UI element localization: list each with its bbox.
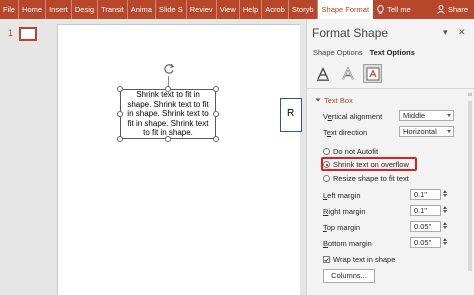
vertical-alignment-value: Middle: [403, 111, 426, 120]
lightbulb-icon: [377, 5, 384, 14]
share-label: Share: [447, 5, 468, 14]
chevron-down-icon: [447, 114, 451, 117]
radio-resize-shape[interactable]: [323, 175, 330, 182]
tab-animations[interactable]: Anima: [128, 0, 156, 19]
resize-handle-bottom-right[interactable]: [213, 136, 219, 142]
left-margin-value: 0.1": [414, 190, 428, 199]
bottom-margin-spinner[interactable]: [443, 238, 449, 245]
option-do-not-autofit[interactable]: Do not Autofit: [323, 147, 378, 156]
rotate-handle-icon[interactable]: [162, 62, 176, 76]
resize-handle-top-right[interactable]: [213, 86, 219, 92]
shape-text: Shrink text to fit in shape. Shrink text…: [127, 90, 209, 138]
right-margin-input[interactable]: 0.1": [410, 205, 441, 216]
section-title: Text Box: [324, 96, 353, 105]
tab-transitions[interactable]: Transit: [98, 0, 128, 19]
text-fill-outline-icon[interactable]: [313, 64, 332, 83]
vertical-alignment-label: Vertical alignment: [323, 112, 383, 121]
ribbon-tab-bar: File Home Insert Desig Transit Anima Sli…: [0, 0, 474, 19]
textbox-layout-icon[interactable]: [363, 64, 382, 83]
tab-slide-show[interactable]: Slide S: [156, 0, 187, 19]
do-not-autofit-label: Do not Autofit: [333, 147, 379, 156]
close-icon[interactable]: ✕: [458, 27, 466, 38]
tab-review[interactable]: Reviev: [187, 0, 217, 19]
top-margin-label: Top margin: [323, 223, 361, 232]
resize-handle-right[interactable]: [213, 111, 219, 117]
resize-handle-top-left[interactable]: [117, 86, 123, 92]
text-direction-dropdown[interactable]: Horizontal: [399, 126, 454, 137]
tab-view[interactable]: View: [217, 0, 240, 19]
section-expanded-icon: [315, 96, 321, 105]
resize-handle-left[interactable]: [117, 111, 123, 117]
tab-storyboard[interactable]: Storyb: [289, 0, 318, 19]
slide-number: 1: [8, 28, 14, 38]
right-margin-label: Right margin: [323, 207, 366, 216]
top-margin-spinner[interactable]: [443, 222, 449, 229]
slide-thumbnail-pane: 1: [0, 19, 44, 295]
tab-file[interactable]: File: [0, 0, 20, 19]
tab-acrobat[interactable]: Acrob: [262, 0, 289, 19]
tab-shape-format[interactable]: Shape Format: [317, 0, 374, 19]
resize-shape-label: Resize shape to fit text: [333, 174, 409, 183]
columns-button[interactable]: Columns...: [323, 269, 375, 283]
share-button[interactable]: Share: [431, 0, 474, 19]
tab-insert[interactable]: Insert: [46, 0, 72, 19]
left-margin-input[interactable]: 0.1": [410, 189, 441, 200]
tab-home[interactable]: Home: [19, 0, 47, 19]
bottom-margin-input[interactable]: 0.05": [410, 237, 441, 248]
tell-me-search[interactable]: Tell me: [373, 0, 415, 19]
wrap-text-label: Wrap text in shape: [333, 255, 396, 264]
tab-shape-options[interactable]: Shape Options: [313, 48, 363, 57]
right-margin-value: 0.1": [414, 206, 428, 215]
resize-handle-top[interactable]: [165, 86, 171, 92]
highlight-box: [321, 157, 417, 171]
right-margin-spinner[interactable]: [443, 206, 449, 213]
radio-do-not-autofit[interactable]: [323, 148, 330, 155]
option-resize-shape[interactable]: Resize shape to fit text: [323, 174, 409, 183]
text-direction-label: Text direction: [323, 128, 368, 137]
tab-text-options[interactable]: Text Options: [370, 48, 415, 57]
pane-divider: [307, 88, 474, 89]
pane-options-dropdown-icon[interactable]: ▾: [443, 27, 448, 38]
tell-me-label: Tell me: [387, 5, 411, 14]
text-effects-icon[interactable]: [338, 64, 357, 83]
selected-text-box[interactable]: Shrink text to fit in shape. Shrink text…: [120, 89, 216, 139]
resize-handle-bottom-left[interactable]: [117, 136, 123, 142]
text-options-icon-row: [313, 64, 382, 83]
partial-shape[interactable]: R: [280, 98, 302, 132]
format-shape-pane: Format Shape ▾ ✕ Shape Options Text Opti…: [306, 19, 474, 295]
top-margin-value: 0.05": [414, 222, 432, 231]
vertical-alignment-dropdown[interactable]: Middle: [399, 110, 454, 121]
section-text-box[interactable]: Text Box: [315, 96, 353, 105]
tab-design[interactable]: Desig: [72, 0, 99, 19]
text-direction-value: Horizontal: [403, 127, 437, 136]
bottom-margin-label: Bottom margin: [323, 239, 372, 248]
scrollbar-up-arrow[interactable]: [468, 93, 472, 96]
person-icon: [437, 5, 445, 14]
top-margin-input[interactable]: 0.05": [410, 221, 441, 232]
partial-shape-text: R: [287, 108, 295, 119]
slide-thumbnail[interactable]: [19, 27, 37, 41]
resize-handle-bottom[interactable]: [165, 136, 171, 142]
tab-help[interactable]: Help: [240, 0, 263, 19]
left-margin-spinner[interactable]: [443, 190, 449, 197]
left-margin-label: Left margin: [323, 191, 361, 200]
pane-title: Format Shape: [312, 26, 389, 40]
bottom-margin-value: 0.05": [414, 238, 432, 247]
scrollbar-thumb[interactable]: [468, 101, 472, 271]
chevron-down-icon: [447, 130, 451, 133]
wrap-text-checkbox[interactable]: [323, 256, 330, 263]
slide-canvas[interactable]: Shrink text to fit in shape. Shrink text…: [57, 24, 302, 295]
option-wrap-text[interactable]: Wrap text in shape: [323, 255, 395, 264]
pane-tabs: Shape Options Text Options: [313, 48, 415, 57]
